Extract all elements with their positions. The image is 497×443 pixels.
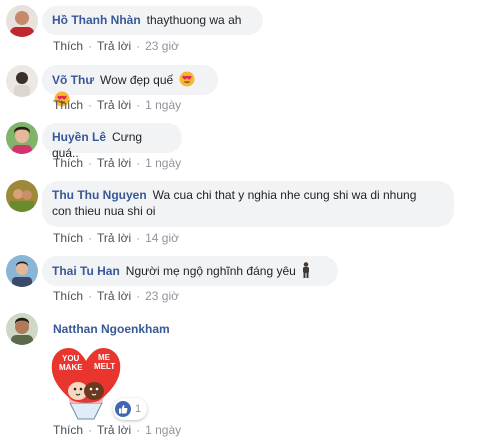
comment-actions: Thích · Trả lời · 1 ngày [53, 98, 181, 112]
reply-link[interactable]: Trả lời [97, 98, 131, 112]
reaction-count-badge[interactable]: 1 [113, 398, 148, 420]
comment-actions: Thích · Trả lời · 23 giờ [53, 289, 179, 303]
author-name[interactable]: Huyền Lê [52, 130, 106, 144]
person-standing-icon [301, 262, 311, 282]
comment-text: thaythuong wa ah [146, 13, 242, 27]
timestamp[interactable]: 23 giờ [145, 289, 179, 303]
comment-text: Wa cua chi that y nghia nhe cung shi wa … [152, 188, 417, 202]
reply-link[interactable]: Trả lời [97, 156, 131, 170]
like-link[interactable]: Thích [53, 98, 83, 112]
comment-bubble: Huyền Lê Cưng quá.. [42, 123, 182, 160]
sticker-text: ME [98, 353, 111, 362]
reply-link[interactable]: Trả lời [97, 423, 131, 437]
reply-link[interactable]: Trả lời [97, 289, 131, 303]
comment-actions: Thích · Trả lời · 14 giờ [53, 231, 179, 245]
comment-bubble: Hồ Thanh Nhàn thaythuong wa ah [42, 6, 263, 35]
separator: · [88, 39, 93, 53]
comment-bubble: Võ Thư Wow đẹp quế [42, 65, 218, 107]
like-link[interactable]: Thích [53, 423, 83, 437]
reply-link[interactable]: Trả lời [97, 231, 131, 245]
comment-text: Wow đẹp quế [100, 73, 174, 87]
avatar[interactable] [6, 122, 38, 154]
timestamp[interactable]: 1 ngày [145, 156, 181, 170]
like-icon [115, 401, 131, 417]
author-name[interactable]: Thai Tu Han [52, 264, 120, 278]
separator: · [88, 98, 93, 112]
separator: · [136, 231, 141, 245]
separator: · [136, 156, 141, 170]
comment-actions: Thích · Trả lời · 23 giờ [53, 39, 179, 53]
separator: · [136, 289, 141, 303]
timestamp[interactable]: 1 ngày [145, 98, 181, 112]
avatar[interactable] [6, 255, 38, 287]
sticker[interactable]: YOU MAKE ME MELT [50, 341, 122, 421]
comment-text: Người mẹ ngộ nghĩnh đáng yêu [125, 264, 296, 278]
timestamp[interactable]: 23 giờ [145, 39, 179, 53]
avatar[interactable] [6, 5, 38, 37]
avatar[interactable] [6, 65, 38, 97]
comment-actions: Thích · Trả lời · 1 ngày [53, 156, 181, 170]
comment-text-continued: con thieu nua shi oi [52, 204, 156, 218]
reaction-count: 1 [135, 403, 142, 415]
author-name[interactable]: Thu Thu Nguyen [52, 188, 147, 202]
reply-link[interactable]: Trả lời [97, 39, 131, 53]
sticker-text: YOU [62, 354, 80, 363]
author-name[interactable]: Natthan Ngoenkham [53, 322, 170, 336]
separator: · [136, 98, 141, 112]
separator: · [136, 39, 141, 53]
separator: · [88, 289, 93, 303]
sticker-text: MELT [94, 362, 115, 371]
like-link[interactable]: Thích [53, 39, 83, 53]
like-link[interactable]: Thích [53, 156, 83, 170]
heart-eyes-emoji-icon [179, 71, 195, 91]
timestamp[interactable]: 1 ngày [145, 423, 181, 437]
timestamp[interactable]: 14 giờ [145, 231, 179, 245]
separator: · [88, 231, 93, 245]
comment-bubble: Thu Thu Nguyen Wa cua chi that y nghia nh… [42, 181, 454, 227]
avatar[interactable] [6, 180, 38, 212]
like-link[interactable]: Thích [53, 289, 83, 303]
you-make-me-melt-sticker-icon: YOU MAKE ME MELT [51, 348, 121, 420]
avatar[interactable] [6, 313, 38, 345]
separator: · [136, 423, 141, 437]
comment-bubble: Thai Tu Han Người mẹ ngộ nghĩnh đáng yêu [42, 256, 338, 286]
author-name[interactable]: Hồ Thanh Nhàn [52, 13, 141, 27]
author-name[interactable]: Võ Thư [52, 73, 94, 87]
sticker-text: MAKE [59, 363, 83, 372]
comment-actions: Thích · Trả lời · 1 ngày [53, 423, 181, 437]
separator: · [88, 156, 93, 170]
separator: · [88, 423, 93, 437]
like-link[interactable]: Thích [53, 231, 83, 245]
